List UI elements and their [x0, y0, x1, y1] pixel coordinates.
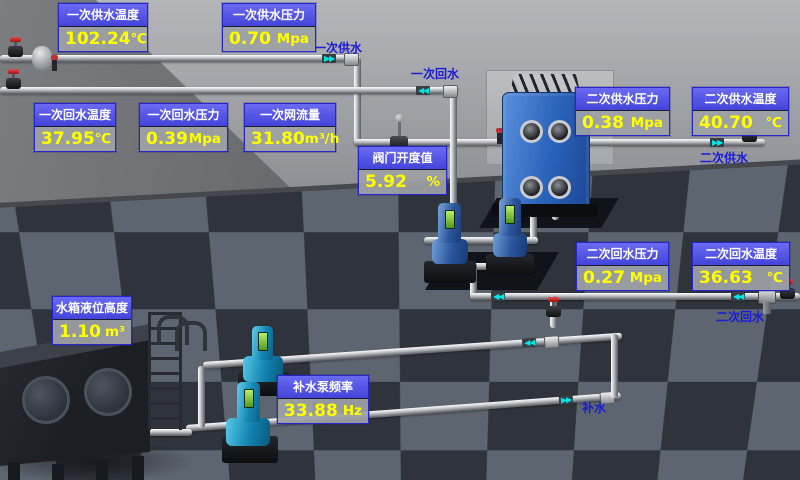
gauge-unit: ℃ — [767, 270, 783, 286]
gauge-valve-opening: 阀门开度值 5.92% — [358, 146, 447, 195]
pump-indicator — [445, 210, 455, 229]
gauge-label: 一次回水压力 — [140, 104, 227, 127]
gauge-value: 0.27 — [583, 268, 625, 288]
gauge-makeup-pump-frequency: 补水泵频率 33.88 Hz — [277, 375, 369, 424]
tank-manhole-cover — [22, 376, 70, 424]
tank-manhole-cover — [84, 368, 132, 416]
gauge-unit: ℃ — [95, 131, 111, 147]
gauge-primary-return-pressure: 一次回水压力 0.39Mpa — [139, 103, 228, 152]
gauge-value: 37.95 — [41, 129, 95, 149]
makeup-pump-2[interactable] — [222, 382, 280, 464]
flow-arrows-right-icon: ▶▶ — [710, 138, 724, 147]
pump-base — [424, 261, 476, 283]
gauge-label: 二次供水压力 — [576, 88, 669, 111]
pipe-label-primary-supply: 一次供水 — [314, 39, 362, 56]
gauge-tank-level: 水箱液位高度 1.10m³ — [52, 296, 132, 345]
gauge-value: 33.88 — [284, 401, 338, 421]
gauge-value: 31.80 — [251, 129, 305, 149]
pipe-makeup-riser — [611, 334, 618, 398]
flow-arrows-left-icon: ◀◀ — [731, 292, 745, 301]
pump-motor — [499, 198, 521, 236]
tank-leg — [96, 460, 108, 480]
pipe-primary-return — [0, 87, 458, 94]
hx-port-top-right — [548, 120, 571, 143]
gauge-label: 二次回水温度 — [693, 243, 789, 266]
pipe-label-secondary-return: 二次回水 — [716, 308, 764, 325]
hx-port-bottom-right — [548, 176, 571, 199]
circulation-pump-2[interactable] — [486, 198, 536, 278]
gauge-value: 0.70 — [229, 29, 271, 49]
gauge-value: 102.24 — [65, 29, 131, 49]
gauge-primary-supply-temp: 一次供水温度 102.24℃ — [58, 3, 148, 52]
gauge-label: 一次供水压力 — [223, 4, 315, 27]
pump-base — [486, 254, 534, 275]
gauge-value: 0.39 — [146, 129, 188, 149]
gauge-unit: % — [426, 174, 440, 190]
gauge-value: 0.38 — [582, 113, 624, 133]
valve-icon[interactable] — [546, 306, 561, 317]
pump-indicator — [244, 389, 254, 408]
tank-leg — [132, 456, 144, 480]
tank-overflow-pipe — [175, 321, 207, 351]
flow-arrows-left-icon: ◀◀ — [491, 292, 505, 301]
tank-leg — [52, 464, 64, 480]
gauge-value: 5.92 — [365, 172, 407, 192]
tank-leg — [8, 462, 20, 480]
pump-indicator — [258, 332, 268, 351]
gauge-primary-return-temp: 一次回水温度 37.95℃ — [34, 103, 116, 152]
pipe-primary-supply-drop — [354, 58, 361, 142]
gauge-primary-supply-pressure: 一次供水压力 0.70 Mpa — [222, 3, 316, 52]
gauge-secondary-return-pressure: 二次回水压力 0.27 Mpa — [576, 242, 669, 291]
flow-arrows-left-icon: ◀◀ — [416, 86, 430, 95]
circulation-pump-1[interactable] — [424, 203, 478, 285]
valve-icon[interactable] — [8, 46, 23, 57]
gauge-label: 一次供水温度 — [59, 4, 147, 27]
pipe-tee — [758, 290, 776, 304]
gauge-label: 水箱液位高度 — [53, 297, 131, 320]
gauge-label: 一次回水温度 — [35, 104, 115, 127]
gauge-secondary-supply-temp: 二次供水温度 40.70 ℃ — [692, 87, 789, 136]
valve-icon[interactable] — [6, 78, 21, 89]
pump-indicator — [505, 205, 515, 224]
gauge-secondary-return-temp: 二次回水温度 36.63 ℃ — [692, 242, 790, 291]
flow-arrows-right-icon: ▶▶ — [559, 395, 574, 405]
gauge-unit: m³ — [105, 324, 125, 340]
pump-motor — [252, 326, 273, 360]
gauge-label: 二次供水温度 — [693, 88, 788, 111]
pipe-tank-link — [198, 366, 205, 428]
gauge-label: 阀门开度值 — [359, 147, 446, 170]
gauge-unit: m³/h — [305, 131, 340, 147]
gauge-unit: Hz — [343, 403, 362, 419]
pipe-label-primary-return: 一次回水 — [411, 65, 459, 82]
pipe-flange — [544, 335, 560, 349]
gauge-value: 40.70 — [699, 113, 753, 133]
pump-volute — [493, 233, 527, 257]
pipe-secondary-return — [470, 293, 800, 300]
hx-port-top-left — [520, 120, 543, 143]
sensor-icon — [52, 60, 57, 71]
hx-port-bottom-left — [520, 176, 543, 199]
gauge-label: 补水泵频率 — [278, 376, 368, 399]
gauge-primary-network-flow: 一次网流量 31.80m³/h — [244, 103, 336, 152]
pump-motor — [237, 382, 260, 422]
hmi-scada-screen: ▶▶ ◀◀ ▶▶ ◀◀ ◀◀ ◀◀ ▶▶ — [0, 0, 800, 480]
gauge-unit: ℃ — [766, 115, 782, 131]
gauge-unit: Mpa — [630, 270, 662, 286]
pump-motor — [438, 203, 461, 243]
gauge-value: 36.63 — [699, 268, 753, 288]
gauge-unit: Mpa — [189, 131, 221, 147]
pump-volute — [226, 418, 270, 446]
gauge-value: 1.10 — [59, 322, 101, 342]
pipe-label-makeup-water: 补水 — [582, 399, 606, 416]
pipe-label-secondary-supply: 二次供水 — [700, 149, 748, 166]
strainer-icon[interactable] — [32, 46, 52, 70]
gauge-unit: Mpa — [631, 115, 663, 131]
gauge-unit: ℃ — [131, 31, 147, 47]
gauge-unit: Mpa — [277, 31, 309, 47]
gauge-label: 二次回水压力 — [577, 243, 668, 266]
flow-arrows-left-icon: ◀◀ — [522, 338, 537, 348]
gauge-secondary-supply-pressure: 二次供水压力 0.38 Mpa — [575, 87, 670, 136]
gauge-label: 一次网流量 — [245, 104, 335, 127]
pipe-flange — [443, 85, 458, 98]
